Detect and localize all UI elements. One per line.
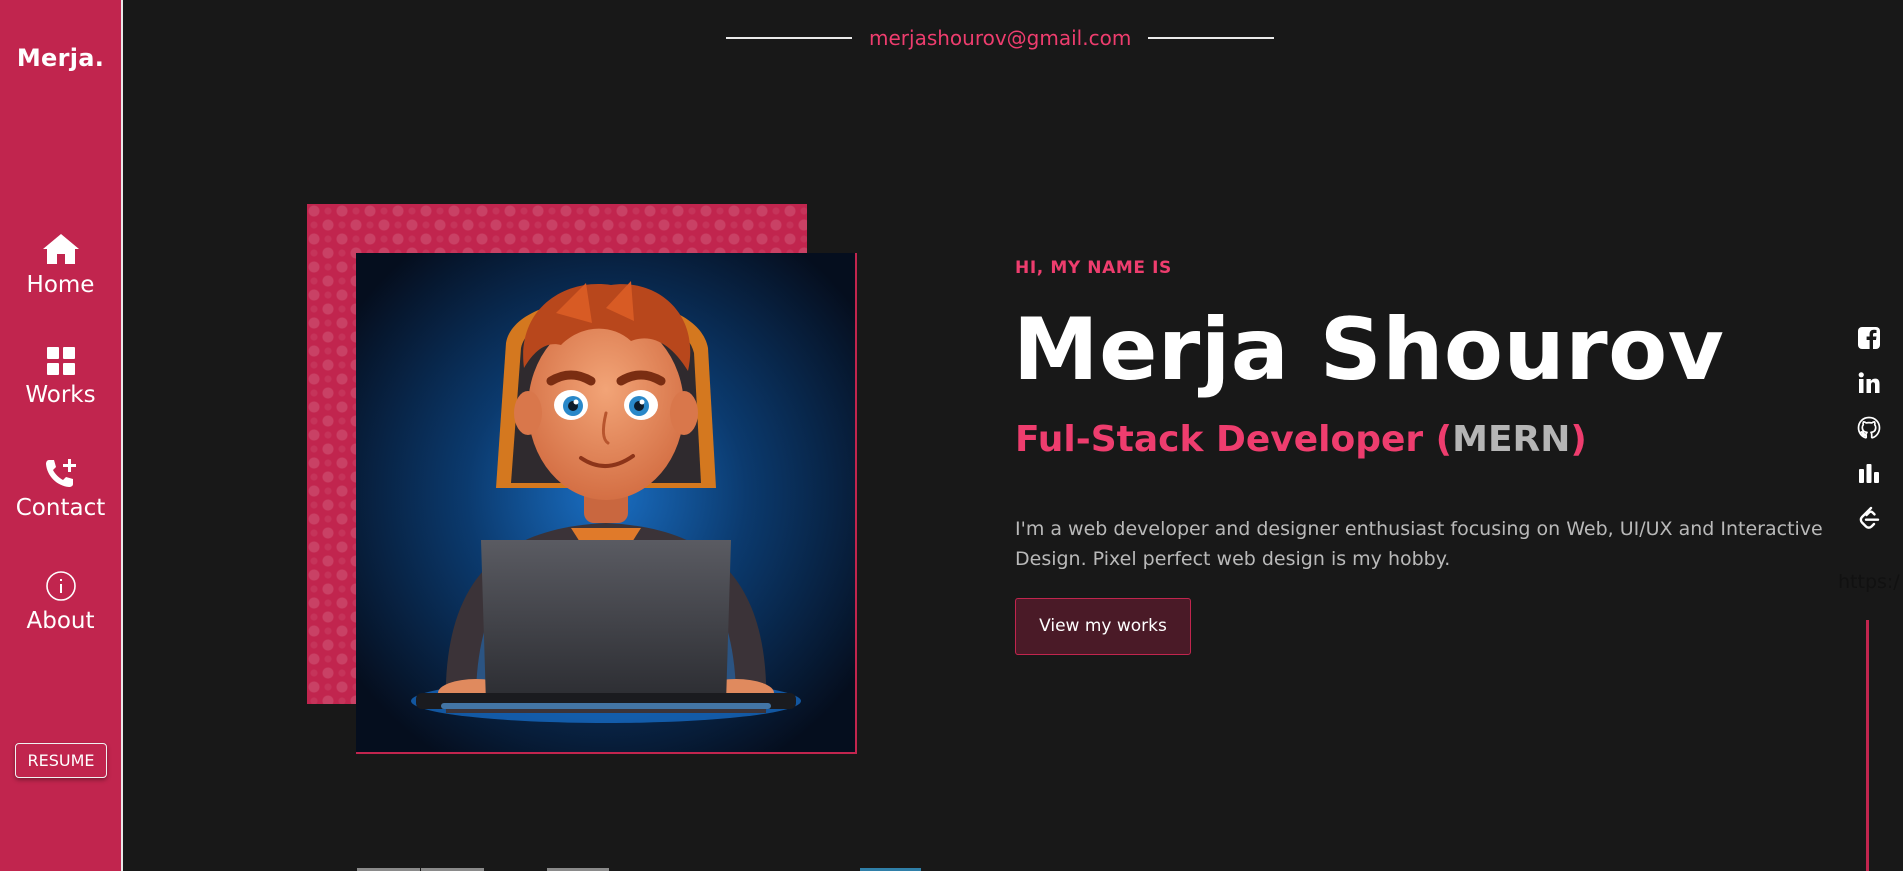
email-header: merjashourov@gmail.com xyxy=(726,22,1275,54)
sidebar-item-contact[interactable]: Contact xyxy=(0,457,121,521)
linkedin-icon[interactable] xyxy=(1857,371,1881,395)
grid-icon xyxy=(0,346,121,376)
bio-text: I'm a web developer and designer enthusi… xyxy=(1015,518,1823,570)
role-stack: MERN xyxy=(1452,419,1571,460)
facebook-icon[interactable] xyxy=(1857,326,1881,350)
divider-line xyxy=(1148,37,1275,39)
email-link[interactable]: merjashourov@gmail.com xyxy=(869,26,1131,50)
sidebar-item-about[interactable]: About xyxy=(0,570,121,634)
role-suffix: ) xyxy=(1570,419,1587,460)
stats-icon[interactable] xyxy=(1857,461,1881,485)
brand-logo[interactable]: Merja. xyxy=(0,44,121,72)
leetcode-icon[interactable] xyxy=(1857,506,1881,530)
home-icon xyxy=(0,232,121,266)
url-text: https:/ xyxy=(1838,571,1900,593)
greeting-text: HI, MY NAME IS xyxy=(1015,258,1172,278)
sidebar-item-label: Home xyxy=(26,272,95,298)
role-title: Ful-Stack Developer (MERN) xyxy=(1015,419,1587,460)
phone-add-icon xyxy=(0,457,121,489)
role-prefix: Ful-Stack Developer ( xyxy=(1015,419,1453,460)
rail-divider xyxy=(1866,620,1869,871)
developer-avatar-illustration xyxy=(356,253,855,752)
info-icon xyxy=(0,570,121,602)
profile-image xyxy=(356,253,857,754)
sidebar-item-label: About xyxy=(26,608,95,634)
hero-name: Merja Shourov xyxy=(1013,300,1725,400)
github-icon[interactable] xyxy=(1857,416,1881,440)
view-works-button[interactable]: View my works xyxy=(1015,598,1191,655)
sidebar: Merja. Home Works Contact About RESUME xyxy=(0,0,123,871)
sidebar-item-label: Works xyxy=(25,382,96,408)
resume-button[interactable]: RESUME xyxy=(15,743,107,778)
sidebar-item-works[interactable]: Works xyxy=(0,346,121,408)
sidebar-item-label: Contact xyxy=(15,495,106,521)
sidebar-item-home[interactable]: Home xyxy=(0,232,121,298)
divider-line xyxy=(726,37,852,39)
